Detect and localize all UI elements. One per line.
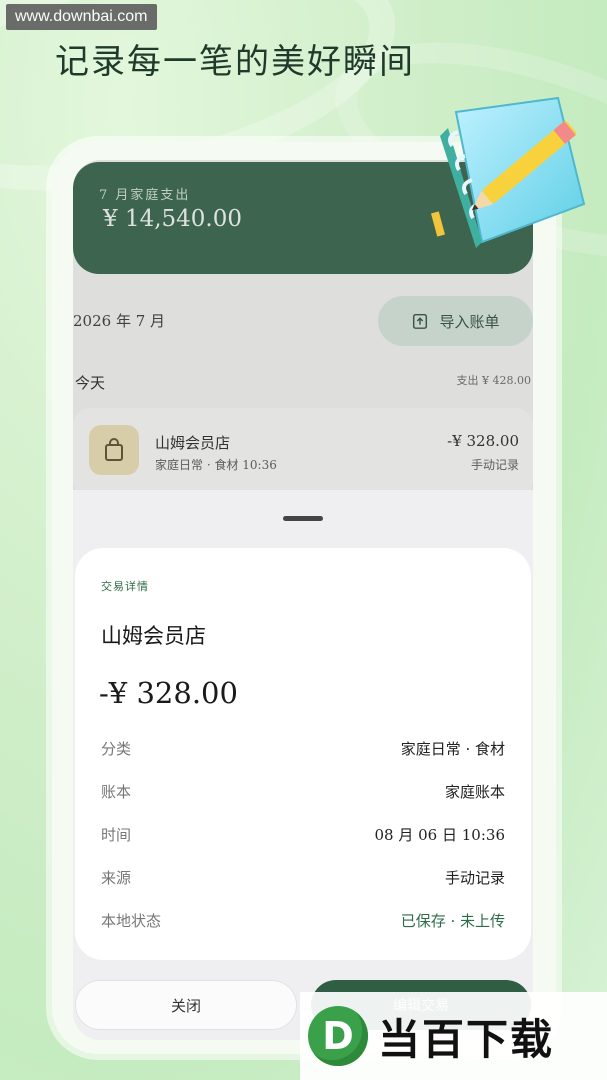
drag-handle[interactable] (283, 516, 323, 521)
brand-logo-text: 当百下载 (378, 1014, 555, 1064)
brand-logo-mark: D (308, 1006, 368, 1066)
detail-value: 家庭账本 (444, 783, 505, 801)
detail-value: 已保存 · 未上传 (400, 912, 505, 930)
detail-row-time: 时间 08 月 06 日 10:36 (101, 824, 505, 845)
detail-amount: -¥ 328.00 (99, 676, 238, 710)
headline: 记录每一笔的美好瞬间 (55, 42, 415, 82)
detail-title: 山姆会员店 (101, 624, 206, 648)
bottom-sheet: 交易详情 山姆会员店 -¥ 328.00 分类 家庭日常 · 食材 账本 家庭账… (73, 490, 533, 1040)
detail-value: 家庭日常 · 食材 (400, 740, 505, 758)
transaction-detail-card: 交易详情 山姆会员店 -¥ 328.00 分类 家庭日常 · 食材 账本 家庭账… (75, 548, 531, 960)
detail-key: 时间 (101, 826, 132, 844)
detail-value: 手动记录 (444, 869, 505, 887)
notebook-pencil-icon (431, 96, 586, 248)
detail-tag: 交易详情 (101, 580, 149, 593)
detail-key: 来源 (101, 869, 132, 887)
detail-row-local-status: 本地状态 已保存 · 未上传 (101, 910, 505, 931)
detail-row-source: 来源 手动记录 (101, 867, 505, 888)
detail-row-ledger: 账本 家庭账本 (101, 781, 505, 802)
detail-value: 08 月 06 日 10:36 (374, 826, 505, 844)
app-screen: 7 月家庭支出 ¥ 14,540.00 2026 年 7 月 导入账单 今天 支… (73, 160, 533, 1040)
detail-key: 账本 (101, 783, 132, 801)
close-button[interactable]: 关闭 (75, 980, 297, 1030)
detail-key: 分类 (101, 740, 132, 758)
detail-row-category: 分类 家庭日常 · 食材 (101, 738, 505, 759)
brand-logo: D 当百下载 (300, 992, 607, 1080)
watermark: www.downbai.com (6, 4, 157, 30)
detail-key: 本地状态 (101, 912, 162, 930)
